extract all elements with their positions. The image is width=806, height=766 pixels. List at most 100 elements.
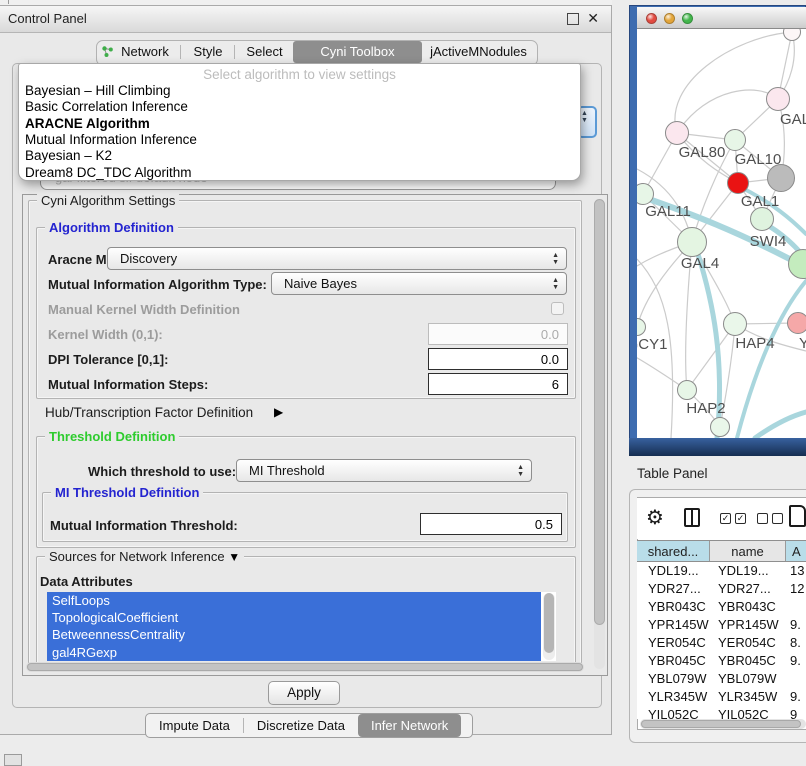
kernel-width-field[interactable]: 0.0 — [428, 323, 568, 345]
node-label: SWI4 — [733, 233, 803, 250]
mi-steps-label: Mutual Information Steps: — [48, 377, 208, 392]
table-cell: YLR345W — [710, 688, 786, 706]
table-cell: YBR043C — [710, 598, 786, 616]
algorithm-dropdown-placeholder: Select algorithm to view settings — [19, 67, 580, 82]
algorithm-option[interactable]: Dream8 DC_TDC Algorithm — [19, 165, 580, 181]
tab-network[interactable]: Network — [117, 42, 173, 62]
mi-steps-field[interactable]: 6 — [428, 373, 568, 395]
algorithm-option[interactable]: Bayesian – Hill Climbing — [19, 83, 580, 99]
algorithm-option[interactable]: ARACNE Algorithm — [19, 116, 580, 132]
collapse-down-icon[interactable]: ▼ — [228, 550, 240, 564]
network-window-titlebar[interactable] — [637, 7, 806, 29]
network-node-gal[interactable] — [766, 87, 790, 111]
document-icon[interactable] — [789, 505, 806, 527]
table-row[interactable]: YER054CYER054C8. — [637, 634, 806, 652]
close-traffic-icon[interactable] — [646, 13, 657, 24]
table-horizontal-scrollbar[interactable] — [640, 719, 806, 729]
network-node[interactable] — [710, 417, 730, 437]
network-canvas[interactable]: GALGAL80GAL10GAL1GAL11SWI4GAL4GCY1HAP4YH… — [637, 29, 806, 438]
table-cell: YDL19... — [710, 562, 786, 580]
table-row[interactable]: YBR043CYBR043C — [637, 598, 806, 616]
column-layout-icon[interactable] — [684, 508, 700, 527]
network-node-hap4[interactable] — [723, 312, 747, 336]
minimize-traffic-icon[interactable] — [664, 13, 675, 24]
top-notch — [8, 0, 9, 4]
table-cell: YBR045C — [710, 652, 786, 670]
which-threshold-value: MI Threshold — [249, 463, 325, 478]
table-cell — [786, 670, 806, 688]
network-node[interactable] — [767, 164, 795, 192]
column-header-name[interactable]: name — [710, 541, 786, 561]
mi-threshold-field[interactable]: 0.5 — [420, 513, 562, 535]
gear-icon[interactable]: ⚙ — [646, 505, 664, 530]
data-attribute-item[interactable]: gal4RGexp — [47, 644, 541, 661]
network-node-hap2[interactable] — [677, 380, 697, 400]
network-node-gal10[interactable] — [724, 129, 746, 151]
dpi-tolerance-value: 0.0 — [541, 352, 559, 367]
table-cell: YBR043C — [637, 598, 710, 616]
settings-vertical-scrollbar[interactable] — [594, 199, 605, 669]
aracne-mode-combobox[interactable]: Discovery ▲▼ — [107, 247, 567, 270]
algorithm-option[interactable]: Mutual Information Inference — [19, 132, 580, 148]
checked-checkbox-icon[interactable]: ✓ — [735, 513, 746, 524]
manual-kernel-checkbox[interactable] — [551, 302, 564, 315]
data-attribute-item[interactable]: SelfLoops — [47, 592, 541, 609]
network-node[interactable] — [783, 29, 801, 41]
table-row[interactable]: YPR145WYPR145W9. — [637, 616, 806, 634]
column-header-shared[interactable]: shared... — [637, 541, 710, 561]
unchecked-checkbox-icon[interactable] — [772, 513, 783, 524]
column-header-partial[interactable]: A — [786, 541, 806, 561]
expand-right-icon[interactable]: ▶ — [274, 405, 283, 419]
table-cell: YBL079W — [710, 670, 786, 688]
tab-cyni-toolbox[interactable]: Cyni Toolbox — [293, 41, 422, 63]
node-label: GAL4 — [665, 255, 735, 272]
tab-jactivemnodules[interactable]: jActiveMNodules — [427, 42, 530, 62]
network-node-gcy1[interactable] — [637, 318, 646, 336]
table-row[interactable]: YBR045CYBR045C9. — [637, 652, 806, 670]
checked-checkbox-icon[interactable]: ✓ — [720, 513, 731, 524]
node-label: GAL11 — [637, 203, 703, 220]
data-attribute-item[interactable]: BetweennessCentrality — [47, 626, 541, 643]
mi-type-combobox[interactable]: Naive Bayes ▲▼ — [271, 272, 567, 295]
apply-button[interactable]: Apply — [268, 681, 340, 705]
table-row[interactable]: YIL052CYIL052C9 — [637, 706, 806, 719]
close-icon[interactable]: ✕ — [587, 10, 599, 27]
data-attribute-item[interactable]: TopologicalCoefficient — [47, 609, 541, 626]
table-cell: YPR145W — [637, 616, 710, 634]
tab-style[interactable]: Style — [186, 42, 230, 62]
table-row[interactable]: YLR345WYLR345W9. — [637, 688, 806, 706]
hub-section-label[interactable]: Hub/Transcription Factor Definition — [45, 405, 253, 420]
tab-discretize-data[interactable]: Discretize Data — [244, 714, 358, 737]
zoom-traffic-icon[interactable] — [682, 13, 693, 24]
network-node-y[interactable] — [787, 312, 806, 334]
network-node-gal80[interactable] — [665, 121, 689, 145]
dpi-tolerance-field[interactable]: 0.0 — [428, 348, 568, 370]
table-body: YDL19...YDL19...13YDR27...YDR27...12YBR0… — [637, 562, 806, 719]
table-row[interactable]: YDL19...YDL19...13 — [637, 562, 806, 580]
table-cell: YDL19... — [637, 562, 710, 580]
network-node-gal11[interactable] — [637, 183, 654, 205]
combo-arrows-icon: ▲▼ — [517, 464, 524, 478]
which-threshold-combobox[interactable]: MI Threshold ▲▼ — [236, 459, 532, 482]
attributes-scrollbar[interactable] — [543, 593, 555, 660]
algorithm-option[interactable]: Bayesian – K2 — [19, 148, 580, 164]
data-attributes-list: SelfLoopsTopologicalCoefficientBetweenne… — [47, 592, 556, 661]
tab-select[interactable]: Select — [240, 42, 289, 62]
algorithm-option[interactable]: Basic Correlation Inference — [19, 99, 580, 115]
network-node-gal4[interactable] — [677, 227, 707, 257]
network-node[interactable] — [788, 249, 806, 279]
table-row[interactable]: YDR27...YDR27...12 — [637, 580, 806, 598]
tab-separator — [180, 45, 181, 59]
data-attributes-label: Data Attributes — [40, 574, 133, 589]
network-node-swi4[interactable] — [750, 207, 774, 231]
control-panel-titlebar[interactable]: Control Panel ✕ — [0, 6, 611, 33]
float-window-icon[interactable] — [567, 13, 579, 25]
table-row[interactable]: YBL079WYBL079W — [637, 670, 806, 688]
mi-type-label: Mutual Information Algorithm Type: — [48, 277, 267, 292]
settings-horizontal-scrollbar[interactable] — [26, 662, 584, 672]
node-label: GAL — [760, 111, 806, 128]
tab-infer-network[interactable]: Infer Network — [358, 714, 461, 737]
unchecked-checkbox-icon[interactable] — [757, 513, 768, 524]
network-node-gal1[interactable] — [727, 172, 749, 194]
tab-impute-data[interactable]: Impute Data — [146, 714, 243, 737]
